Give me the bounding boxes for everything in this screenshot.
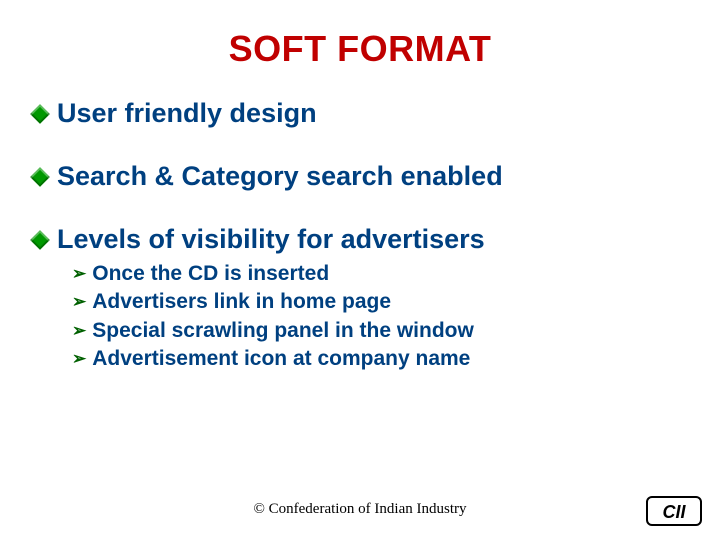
- sub-bullet-text: Once the CD is inserted: [92, 261, 329, 287]
- sub-bullet-item: ➢ Advertisement icon at company name: [72, 346, 690, 372]
- bullet-text: Search & Category search enabled: [57, 161, 503, 192]
- diamond-bullet-icon: [30, 230, 50, 250]
- sub-bullet-item: ➢ Advertisers link in home page: [72, 289, 690, 315]
- arrow-bullet-icon: ➢: [72, 292, 86, 312]
- footer-copyright: © Confederation of Indian Industry: [0, 501, 720, 518]
- sub-bullet-list: ➢ Once the CD is inserted ➢ Advertisers …: [72, 261, 690, 372]
- slide-title: SOFT FORMAT: [30, 28, 690, 70]
- cii-logo: CII: [646, 496, 702, 526]
- arrow-bullet-icon: ➢: [72, 321, 86, 341]
- sub-bullet-item: ➢ Special scrawling panel in the window: [72, 318, 690, 344]
- sub-bullet-text: Advertisers link in home page: [92, 289, 391, 315]
- logo-text: CII: [662, 502, 686, 522]
- sub-bullet-text: Advertisement icon at company name: [92, 346, 470, 372]
- bullet-text: User friendly design: [57, 98, 317, 129]
- sub-bullet-text: Special scrawling panel in the window: [92, 318, 474, 344]
- bullet-text: Levels of visibility for advertisers: [57, 224, 485, 255]
- slide: SOFT FORMAT User friendly design Search …: [0, 0, 720, 540]
- arrow-bullet-icon: ➢: [72, 264, 86, 284]
- diamond-bullet-icon: [30, 167, 50, 187]
- sub-bullet-item: ➢ Once the CD is inserted: [72, 261, 690, 287]
- bullet-item: Levels of visibility for advertisers: [30, 224, 690, 255]
- arrow-bullet-icon: ➢: [72, 349, 86, 369]
- diamond-bullet-icon: [30, 104, 50, 124]
- bullet-item: Search & Category search enabled: [30, 161, 690, 192]
- bullet-item: User friendly design: [30, 98, 690, 129]
